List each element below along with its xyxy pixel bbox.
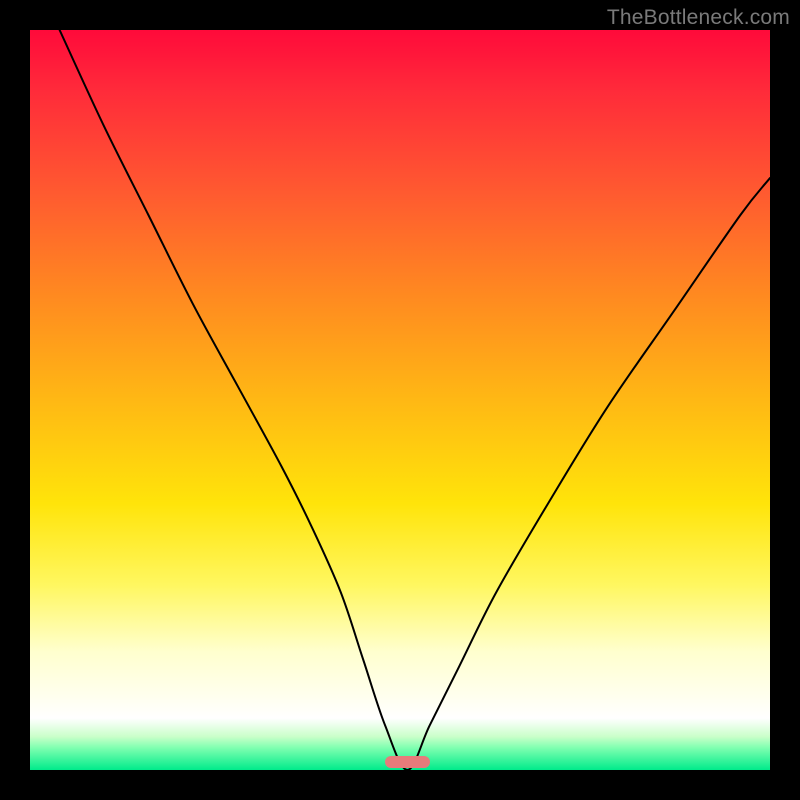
optimal-marker bbox=[385, 756, 429, 768]
plot-area bbox=[30, 30, 770, 770]
chart-frame: TheBottleneck.com bbox=[0, 0, 800, 800]
bottleneck-curve bbox=[30, 30, 770, 770]
watermark-text: TheBottleneck.com bbox=[607, 6, 790, 30]
